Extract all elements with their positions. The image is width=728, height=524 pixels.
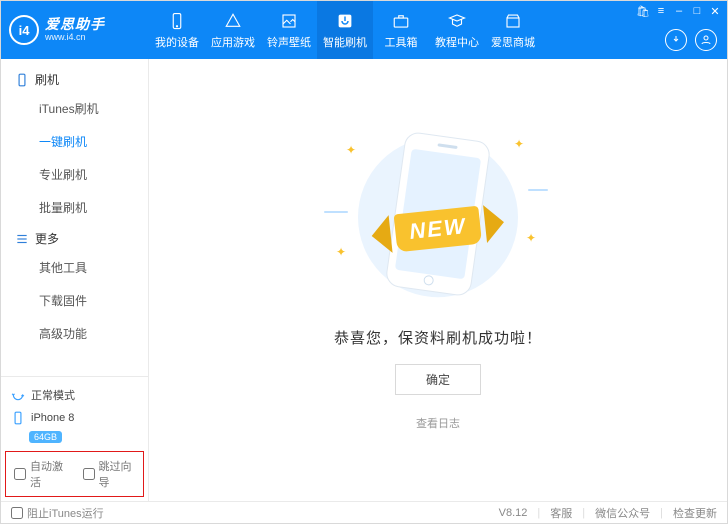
flash-icon — [335, 11, 355, 31]
auto-activate-input[interactable] — [14, 468, 26, 480]
nav-flash[interactable]: 智能刷机 — [317, 1, 373, 59]
device-name[interactable]: iPhone 8 — [11, 407, 138, 429]
tutorial-icon — [447, 11, 467, 31]
device-mode[interactable]: 正常模式 — [11, 383, 138, 407]
nav-label: 爱思商城 — [491, 34, 535, 50]
check-update-link[interactable]: 检查更新 — [673, 505, 717, 521]
maximize-button[interactable]: □ — [689, 3, 705, 19]
options-highlight-box: 自动激活 跳过向导 — [5, 451, 144, 497]
success-message: 恭喜您，保资料刷机成功啦！ — [334, 327, 542, 348]
sidebar-group-more[interactable]: 更多 — [1, 224, 148, 251]
phone-icon — [167, 11, 187, 31]
close-button[interactable]: ✕ — [707, 3, 723, 19]
version-label: V8.12 — [499, 507, 528, 519]
brand-title: 爱思助手 — [45, 17, 105, 32]
mall-icon — [503, 11, 523, 31]
success-illustration: ✦✦✦✦ NEW — [318, 119, 558, 309]
wechat-link[interactable]: 微信公众号 — [595, 505, 650, 521]
user-icon[interactable] — [695, 29, 717, 51]
apps-icon — [223, 11, 243, 31]
wallpaper-icon — [279, 11, 299, 31]
nav-ringtones[interactable]: 铃声壁纸 — [261, 1, 317, 59]
sidebar-group-label: 刷机 — [35, 71, 59, 88]
skip-guide-checkbox[interactable]: 跳过向导 — [83, 458, 136, 490]
sidebar-item-pro-flash[interactable]: 专业刷机 — [1, 158, 148, 191]
nav-tutorial[interactable]: 教程中心 — [429, 1, 485, 59]
nav-mall[interactable]: 爱思商城 — [485, 1, 541, 59]
minimize-button[interactable]: – — [671, 3, 687, 19]
support-link[interactable]: 客服 — [550, 505, 572, 521]
nav-apps[interactable]: 应用游戏 — [205, 1, 261, 59]
sidebar-item-download-firmware[interactable]: 下载固件 — [1, 284, 148, 317]
block-itunes-label: 阻止iTunes运行 — [27, 505, 104, 521]
nav-label: 教程中心 — [435, 34, 479, 50]
storage-badge: 64GB — [29, 431, 62, 443]
menu-icon[interactable]: ≡ — [653, 3, 669, 19]
device-label: iPhone 8 — [31, 412, 74, 424]
view-log-link[interactable]: 查看日志 — [416, 415, 460, 431]
sidebar-group-flash[interactable]: 刷机 — [1, 65, 148, 92]
auto-activate-checkbox[interactable]: 自动激活 — [14, 458, 67, 490]
logo-icon: i4 — [9, 15, 39, 45]
nav-label: 智能刷机 — [323, 34, 367, 50]
sidebar-item-batch-flash[interactable]: 批量刷机 — [1, 191, 148, 224]
ok-button[interactable]: 确定 — [395, 364, 481, 395]
block-itunes-checkbox[interactable] — [11, 507, 23, 519]
cart-icon[interactable]: 🛍 — [635, 3, 651, 19]
checkbox-label: 自动激活 — [30, 458, 67, 490]
nav-toolbox[interactable]: 工具箱 — [373, 1, 429, 59]
checkbox-label: 跳过向导 — [99, 458, 136, 490]
nav-label: 工具箱 — [385, 34, 418, 50]
skip-guide-input[interactable] — [83, 468, 95, 480]
mode-label: 正常模式 — [31, 387, 75, 403]
nav-label: 我的设备 — [155, 34, 199, 50]
nav-label: 铃声壁纸 — [267, 34, 311, 50]
app-logo: i4 爱思助手 www.i4.cn — [1, 15, 149, 45]
sidebar-item-itunes-flash[interactable]: iTunes刷机 — [1, 92, 148, 125]
sidebar-group-label: 更多 — [35, 230, 59, 247]
nav-my-device[interactable]: 我的设备 — [149, 1, 205, 59]
sidebar-item-other-tools[interactable]: 其他工具 — [1, 251, 148, 284]
sidebar-item-advanced[interactable]: 高级功能 — [1, 317, 148, 350]
sidebar-item-one-key-flash[interactable]: 一键刷机 — [1, 125, 148, 158]
download-icon[interactable] — [665, 29, 687, 51]
nav-label: 应用游戏 — [211, 34, 255, 50]
toolbox-icon — [391, 11, 411, 31]
brand-url: www.i4.cn — [45, 33, 105, 43]
